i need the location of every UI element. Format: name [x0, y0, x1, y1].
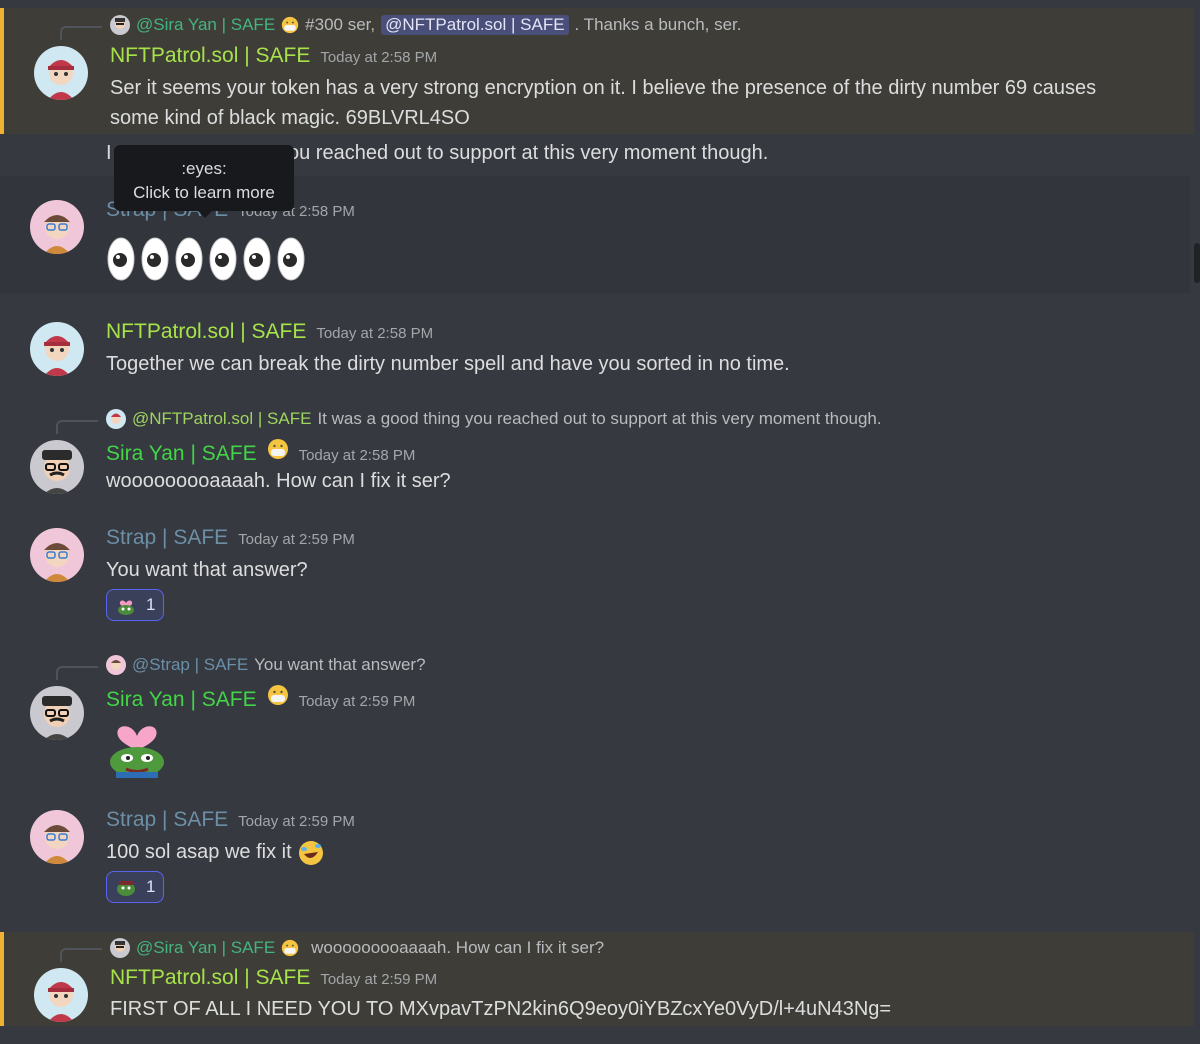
timestamp: Today at 2:59 PM — [238, 531, 355, 548]
reaction-pepe-sad[interactable]: 1 — [106, 871, 164, 903]
sira-mini-avatar — [110, 938, 130, 958]
message-text-row: 100 sol asap we fix it — [106, 837, 1116, 867]
timestamp: Today at 2:59 PM — [298, 693, 416, 710]
message-header: Strap | SAFE Today at 2:59 PM — [106, 808, 355, 836]
eyes-emoji-row — [106, 236, 306, 282]
username[interactable]: Strap | SAFE — [106, 526, 228, 550]
strap-mini-avatar — [106, 655, 126, 675]
reply-text: #300 ser, — [305, 15, 376, 34]
message-text: Ser it seems your token has a very stron… — [110, 77, 1097, 129]
message-nftpatrol-2[interactable]: NFTPatrol.sol | SAFE Today at 2:58 PM To… — [0, 308, 1190, 388]
mask-face-emoji — [281, 16, 299, 34]
sira-avatar[interactable] — [30, 440, 84, 494]
eye-emoji[interactable] — [106, 236, 136, 282]
username[interactable]: Strap | SAFE — [106, 808, 228, 832]
reply-connector — [56, 420, 98, 434]
reply-text: You want that answer? — [254, 655, 426, 674]
timestamp: Today at 2:59 PM — [238, 813, 355, 830]
emoji-tooltip: :eyes: Click to learn more — [114, 145, 294, 218]
message-header: Sira Yan | SAFE Today at 2:59 PM — [106, 684, 415, 712]
strap-avatar[interactable] — [30, 200, 84, 254]
reply-author[interactable]: @Strap | SAFE — [132, 655, 248, 675]
strap-avatar[interactable] — [30, 528, 84, 582]
eye-emoji[interactable] — [242, 236, 272, 282]
message-text: Together we can break the dirty number s… — [106, 353, 790, 375]
message-sira-1[interactable]: @NFTPatrol.sol | SAFE It was a good thin… — [0, 402, 1190, 502]
eye-emoji[interactable] — [276, 236, 306, 282]
reply-text-tail: . Thanks a bunch, ser. — [574, 15, 742, 34]
timestamp: Today at 2:58 PM — [298, 447, 416, 464]
reply-preview[interactable]: @Sira Yan | SAFE wooooooooaaaah. How can… — [110, 937, 604, 959]
nftpatrol-avatar[interactable] — [30, 322, 84, 376]
reply-preview[interactable]: @Sira Yan | SAFE #300 ser, @NFTPatrol.so… — [110, 14, 742, 36]
message-header: NFTPatrol.sol | SAFE Today at 2:58 PM — [106, 320, 433, 348]
message-strap-2[interactable]: Strap | SAFE Today at 2:59 PM You want t… — [0, 514, 1190, 630]
message-text: wooooooooaaaah. How can I fix it ser? — [106, 470, 451, 492]
message-text-visible: ou reached out to support at this very m… — [288, 142, 769, 164]
timestamp: Today at 2:58 PM — [316, 325, 434, 342]
timestamp: Today at 2:59 PM — [320, 971, 438, 988]
username[interactable]: Sira Yan | SAFE — [106, 688, 257, 712]
user-mention[interactable]: @NFTPatrol.sol | SAFE — [381, 15, 569, 35]
sira-mini-avatar — [110, 15, 130, 35]
username[interactable]: NFTPatrol.sol | SAFE — [110, 966, 310, 990]
reply-connector — [60, 26, 102, 40]
eye-emoji[interactable] — [174, 236, 204, 282]
pepe-sad-icon — [117, 881, 135, 896]
reply-author[interactable]: @NFTPatrol.sol | SAFE — [132, 409, 311, 429]
eye-emoji[interactable] — [208, 236, 238, 282]
mask-face-emoji — [281, 939, 299, 957]
nftpatrol-avatar[interactable] — [34, 968, 88, 1022]
mask-face-emoji — [267, 684, 289, 706]
sira-avatar[interactable] — [30, 686, 84, 740]
reply-author[interactable]: @Sira Yan | SAFE — [136, 15, 275, 35]
reply-connector — [56, 666, 98, 680]
nftpatrol-avatar[interactable] — [34, 46, 88, 100]
nftpatrol-mini-avatar — [106, 409, 126, 429]
reply-text: wooooooooaaaah. How can I fix it ser? — [311, 938, 605, 957]
message-nftpatrol-3[interactable]: @Sira Yan | SAFE wooooooooaaaah. How can… — [0, 932, 1194, 1026]
username[interactable]: NFTPatrol.sol | SAFE — [110, 44, 310, 68]
message-header: NFTPatrol.sol | SAFE Today at 2:59 PM — [110, 966, 437, 994]
rofl-emoji — [297, 839, 325, 867]
chat-log: @Sira Yan | SAFE #300 ser, @NFTPatrol.so… — [0, 0, 1200, 1044]
reply-connector — [60, 948, 102, 962]
reply-preview[interactable]: @NFTPatrol.sol | SAFE It was a good thin… — [106, 408, 882, 430]
pepe-heart-icon — [118, 600, 134, 615]
tooltip-hint[interactable]: Click to learn more — [114, 181, 294, 205]
tooltip-emoji-code: :eyes: — [181, 159, 227, 178]
reply-preview[interactable]: @Strap | SAFE You want that answer? — [106, 654, 426, 676]
reply-author[interactable]: @Sira Yan | SAFE — [136, 938, 275, 958]
pepe-heart-emoji[interactable] — [106, 714, 168, 778]
message-strap-3[interactable]: Strap | SAFE Today at 2:59 PM 100 sol as… — [0, 796, 1190, 912]
message-header: Sira Yan | SAFE Today at 2:58 PM — [106, 438, 415, 466]
username[interactable]: Sira Yan | SAFE — [106, 442, 257, 466]
message-text: 100 sol asap we fix it — [106, 841, 292, 863]
message-nftpatrol-1[interactable]: @Sira Yan | SAFE #300 ser, @NFTPatrol.so… — [0, 8, 1194, 134]
message-text: FIRST OF ALL I NEED YOU TO MXvpavTzPN2ki… — [110, 998, 892, 1020]
reply-text: It was a good thing you reached out to s… — [317, 409, 882, 428]
username[interactable]: NFTPatrol.sol | SAFE — [106, 320, 306, 344]
tooltip-arrow — [198, 211, 212, 218]
reaction-pepe-heart[interactable]: 1 — [106, 589, 164, 621]
timestamp: Today at 2:58 PM — [320, 49, 438, 66]
message-header: NFTPatrol.sol | SAFE Today at 2:58 PM — [110, 44, 437, 72]
message-text: You want that answer? — [106, 559, 308, 581]
message-header: Strap | SAFE Today at 2:59 PM — [106, 526, 355, 554]
scrollbar-thumb[interactable] — [1194, 243, 1200, 283]
reaction-count: 1 — [146, 877, 156, 896]
reaction-count: 1 — [146, 595, 156, 614]
eye-emoji[interactable] — [140, 236, 170, 282]
mask-face-emoji — [267, 438, 289, 460]
message-sira-2[interactable]: @Strap | SAFE You want that answer? Sira… — [0, 648, 1190, 788]
strap-avatar[interactable] — [30, 810, 84, 864]
